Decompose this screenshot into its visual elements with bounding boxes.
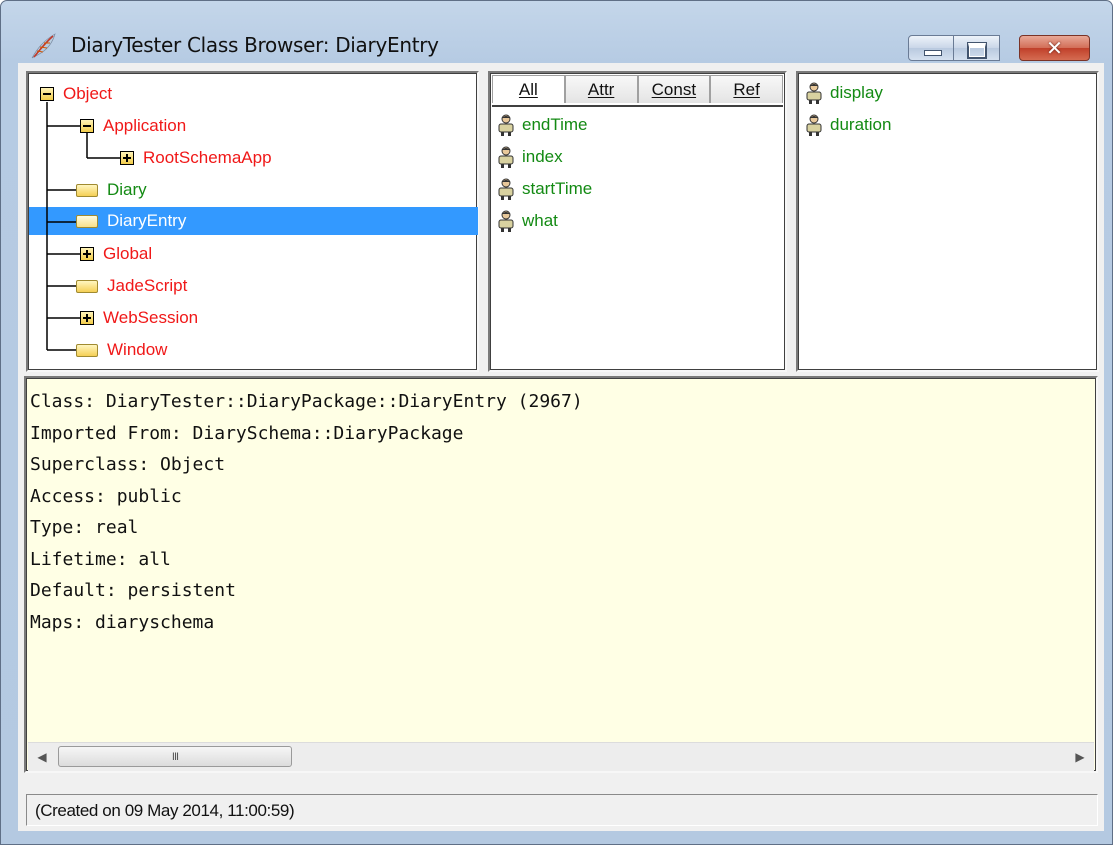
- folder-icon: [76, 214, 98, 228]
- folder-icon: [76, 183, 98, 197]
- collapse-icon[interactable]: [40, 87, 54, 101]
- collapse-icon[interactable]: [80, 119, 94, 133]
- maximize-icon: [967, 42, 987, 59]
- methods-panel[interactable]: display duration: [796, 71, 1099, 372]
- property-list: endTime index startTime what: [496, 109, 592, 237]
- folder-icon: [76, 279, 98, 293]
- info-line: Default: persistent: [30, 580, 236, 601]
- class-tree-panel[interactable]: Object Application RootSchemaApp Diary D…: [26, 71, 479, 372]
- scroll-right-icon[interactable]: ▶: [1066, 743, 1094, 771]
- person-icon: [498, 114, 514, 136]
- info-line: Maps: diaryschema: [30, 611, 215, 633]
- horizontal-scrollbar[interactable]: ◀ III ▶: [28, 742, 1094, 771]
- list-item[interactable]: duration: [804, 109, 891, 141]
- tree-node-label: Object: [63, 84, 113, 103]
- tree-node-object[interactable]: Object: [40, 83, 116, 105]
- tree-node-websession[interactable]: WebSession: [80, 307, 202, 329]
- info-line: Class: DiaryTester::DiaryPackage::DiaryE…: [30, 391, 583, 412]
- status-text: (Created on 09 May 2014, 11:00:59): [35, 801, 295, 820]
- scroll-left-icon[interactable]: ◀: [28, 743, 56, 771]
- list-item[interactable]: what: [496, 205, 592, 237]
- expand-icon[interactable]: [120, 151, 134, 165]
- list-item[interactable]: index: [496, 141, 592, 173]
- minimize-icon: [924, 50, 942, 56]
- person-icon: [498, 210, 514, 232]
- expand-icon[interactable]: [80, 311, 94, 325]
- tab-const[interactable]: Const: [637, 75, 711, 103]
- info-line: Superclass: Object: [30, 454, 226, 475]
- person-icon: [498, 146, 514, 168]
- info-line: Lifetime: all: [30, 548, 171, 570]
- tree-node-label: Window: [107, 340, 168, 359]
- person-icon: [806, 82, 822, 104]
- info-line: Type: real: [30, 517, 139, 538]
- close-button[interactable]: ✕: [1019, 35, 1090, 61]
- person-icon: [498, 178, 514, 200]
- tree-node-global[interactable]: Global: [80, 243, 156, 265]
- maximize-button[interactable]: [954, 35, 1000, 61]
- property-label: startTime: [522, 179, 593, 198]
- property-label: endTime: [522, 115, 588, 134]
- tree-node-label: WebSession: [103, 308, 199, 327]
- list-item[interactable]: display: [804, 77, 891, 109]
- client-area: Object Application RootSchemaApp Diary D…: [18, 63, 1104, 831]
- method-label: duration: [830, 115, 892, 134]
- tree-node-label: Application: [103, 116, 187, 135]
- minimize-button[interactable]: [908, 35, 954, 61]
- property-label: what: [522, 211, 558, 230]
- tab-all[interactable]: All: [492, 75, 565, 103]
- window-title: DiaryTester Class Browser: DiaryEntry: [71, 33, 439, 57]
- person-icon: [806, 114, 822, 136]
- class-info-text: Class: DiaryTester::DiaryPackage::DiaryE…: [30, 386, 583, 638]
- scrollbar-thumb[interactable]: III: [58, 746, 292, 767]
- tree-node-rootschemaapp[interactable]: RootSchemaApp: [120, 147, 276, 169]
- title-bar[interactable]: DiaryTester Class Browser: DiaryEntry ✕: [1, 1, 1112, 63]
- property-filter-tabs: All Attr Const Ref: [492, 75, 783, 107]
- info-line: Imported From: DiarySchema::DiaryPackage: [30, 422, 464, 444]
- close-icon: ✕: [1046, 36, 1063, 60]
- tree-node-label: DiaryEntry: [107, 211, 187, 230]
- info-line: Access: public: [30, 485, 182, 507]
- feather-icon: [31, 33, 56, 59]
- tree-node-label: JadeScript: [107, 276, 188, 295]
- class-browser-window: DiaryTester Class Browser: DiaryEntry ✕: [0, 0, 1113, 845]
- tree-node-application[interactable]: Application: [80, 115, 190, 137]
- tree-node-label: RootSchemaApp: [143, 148, 272, 167]
- tree-node-diaryentry[interactable]: DiaryEntry: [76, 210, 190, 232]
- method-list: display duration: [804, 77, 891, 141]
- property-label: index: [522, 147, 563, 166]
- list-item[interactable]: startTime: [496, 173, 592, 205]
- tree-node-diary[interactable]: Diary: [76, 179, 151, 201]
- method-label: display: [830, 83, 883, 102]
- grip-icon: III: [171, 750, 179, 763]
- tab-ref[interactable]: Ref: [710, 75, 783, 103]
- properties-panel[interactable]: All Attr Const Ref endTime index startTi…: [488, 71, 787, 372]
- tree-node-jadescript[interactable]: JadeScript: [76, 275, 191, 297]
- tree-node-label: Global: [103, 244, 153, 263]
- tree-node-window[interactable]: Window: [76, 339, 171, 361]
- tab-attr[interactable]: Attr: [564, 75, 638, 103]
- list-item[interactable]: endTime: [496, 109, 592, 141]
- expand-icon[interactable]: [80, 247, 94, 261]
- folder-icon: [76, 343, 98, 357]
- tree-node-label: Diary: [107, 180, 147, 199]
- status-bar: (Created on 09 May 2014, 11:00:59): [26, 794, 1098, 826]
- class-info-textarea[interactable]: Class: DiaryTester::DiaryPackage::DiaryE…: [24, 376, 1098, 773]
